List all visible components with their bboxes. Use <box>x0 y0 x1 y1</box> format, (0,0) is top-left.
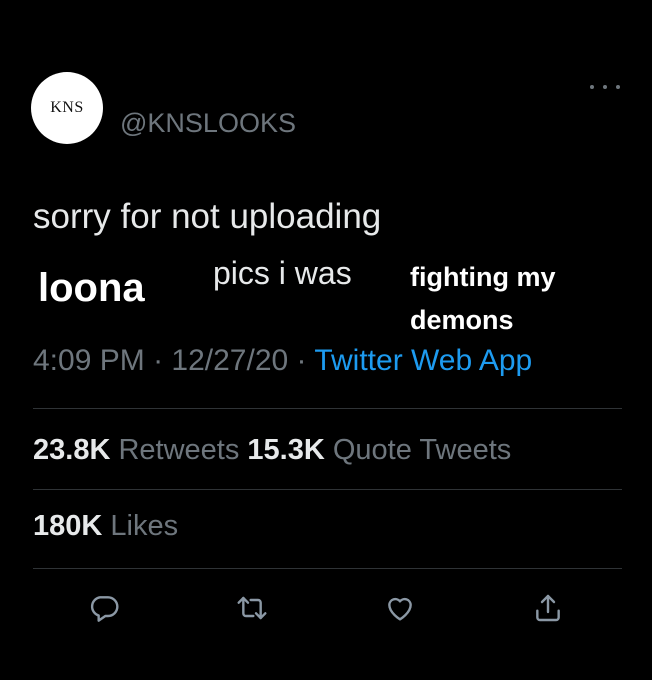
reply-button[interactable] <box>88 592 120 624</box>
tweet-date[interactable]: 12/27/20 <box>171 344 288 377</box>
tweet-text-line1: sorry for not uploading <box>33 197 382 236</box>
quote-tweets-label: Quote Tweets <box>332 434 512 466</box>
divider <box>33 408 622 409</box>
user-handle[interactable]: @KNSLOOKS <box>120 108 296 139</box>
likes-label: Likes <box>110 510 179 542</box>
more-options-icon[interactable] <box>590 80 620 94</box>
avatar[interactable]: KNS <box>31 72 103 144</box>
tweet-text-demons: demons <box>410 305 514 335</box>
tweet-text-loona: loona <box>38 266 145 310</box>
retweet-icon <box>237 596 267 620</box>
quote-tweets-count: 15.3K <box>247 434 325 466</box>
divider <box>33 568 622 569</box>
retweet-stats: 23.8K Retweets 15.3K Quote Tweets <box>33 434 511 467</box>
meta-separator: · <box>153 344 164 377</box>
tweet-meta: 4:09 PM · 12/27/20 · Twitter Web App <box>33 344 532 378</box>
retweets-count: 23.8K <box>33 434 111 466</box>
quote-tweets-link[interactable]: 15.3K Quote Tweets <box>247 434 511 466</box>
like-button[interactable] <box>384 592 416 624</box>
tweet-text-pics: pics i was <box>213 255 352 291</box>
like-icon <box>388 597 412 621</box>
divider <box>33 489 622 490</box>
likes-count: 180K <box>33 510 103 542</box>
reply-icon <box>90 596 119 622</box>
tweet-text-fighting: fighting my <box>410 262 556 292</box>
retweets-label: Retweets <box>118 434 240 466</box>
meta-separator: · <box>296 344 307 377</box>
retweet-button[interactable] <box>236 592 268 624</box>
avatar-text: KNS <box>50 99 84 116</box>
share-icon <box>536 594 560 622</box>
tweet-time[interactable]: 4:09 PM <box>33 344 145 377</box>
likes-link[interactable]: 180K Likes <box>33 510 178 543</box>
tweet-source[interactable]: Twitter Web App <box>314 344 532 377</box>
share-button[interactable] <box>532 592 564 624</box>
retweets-link[interactable]: 23.8K Retweets <box>33 434 239 466</box>
